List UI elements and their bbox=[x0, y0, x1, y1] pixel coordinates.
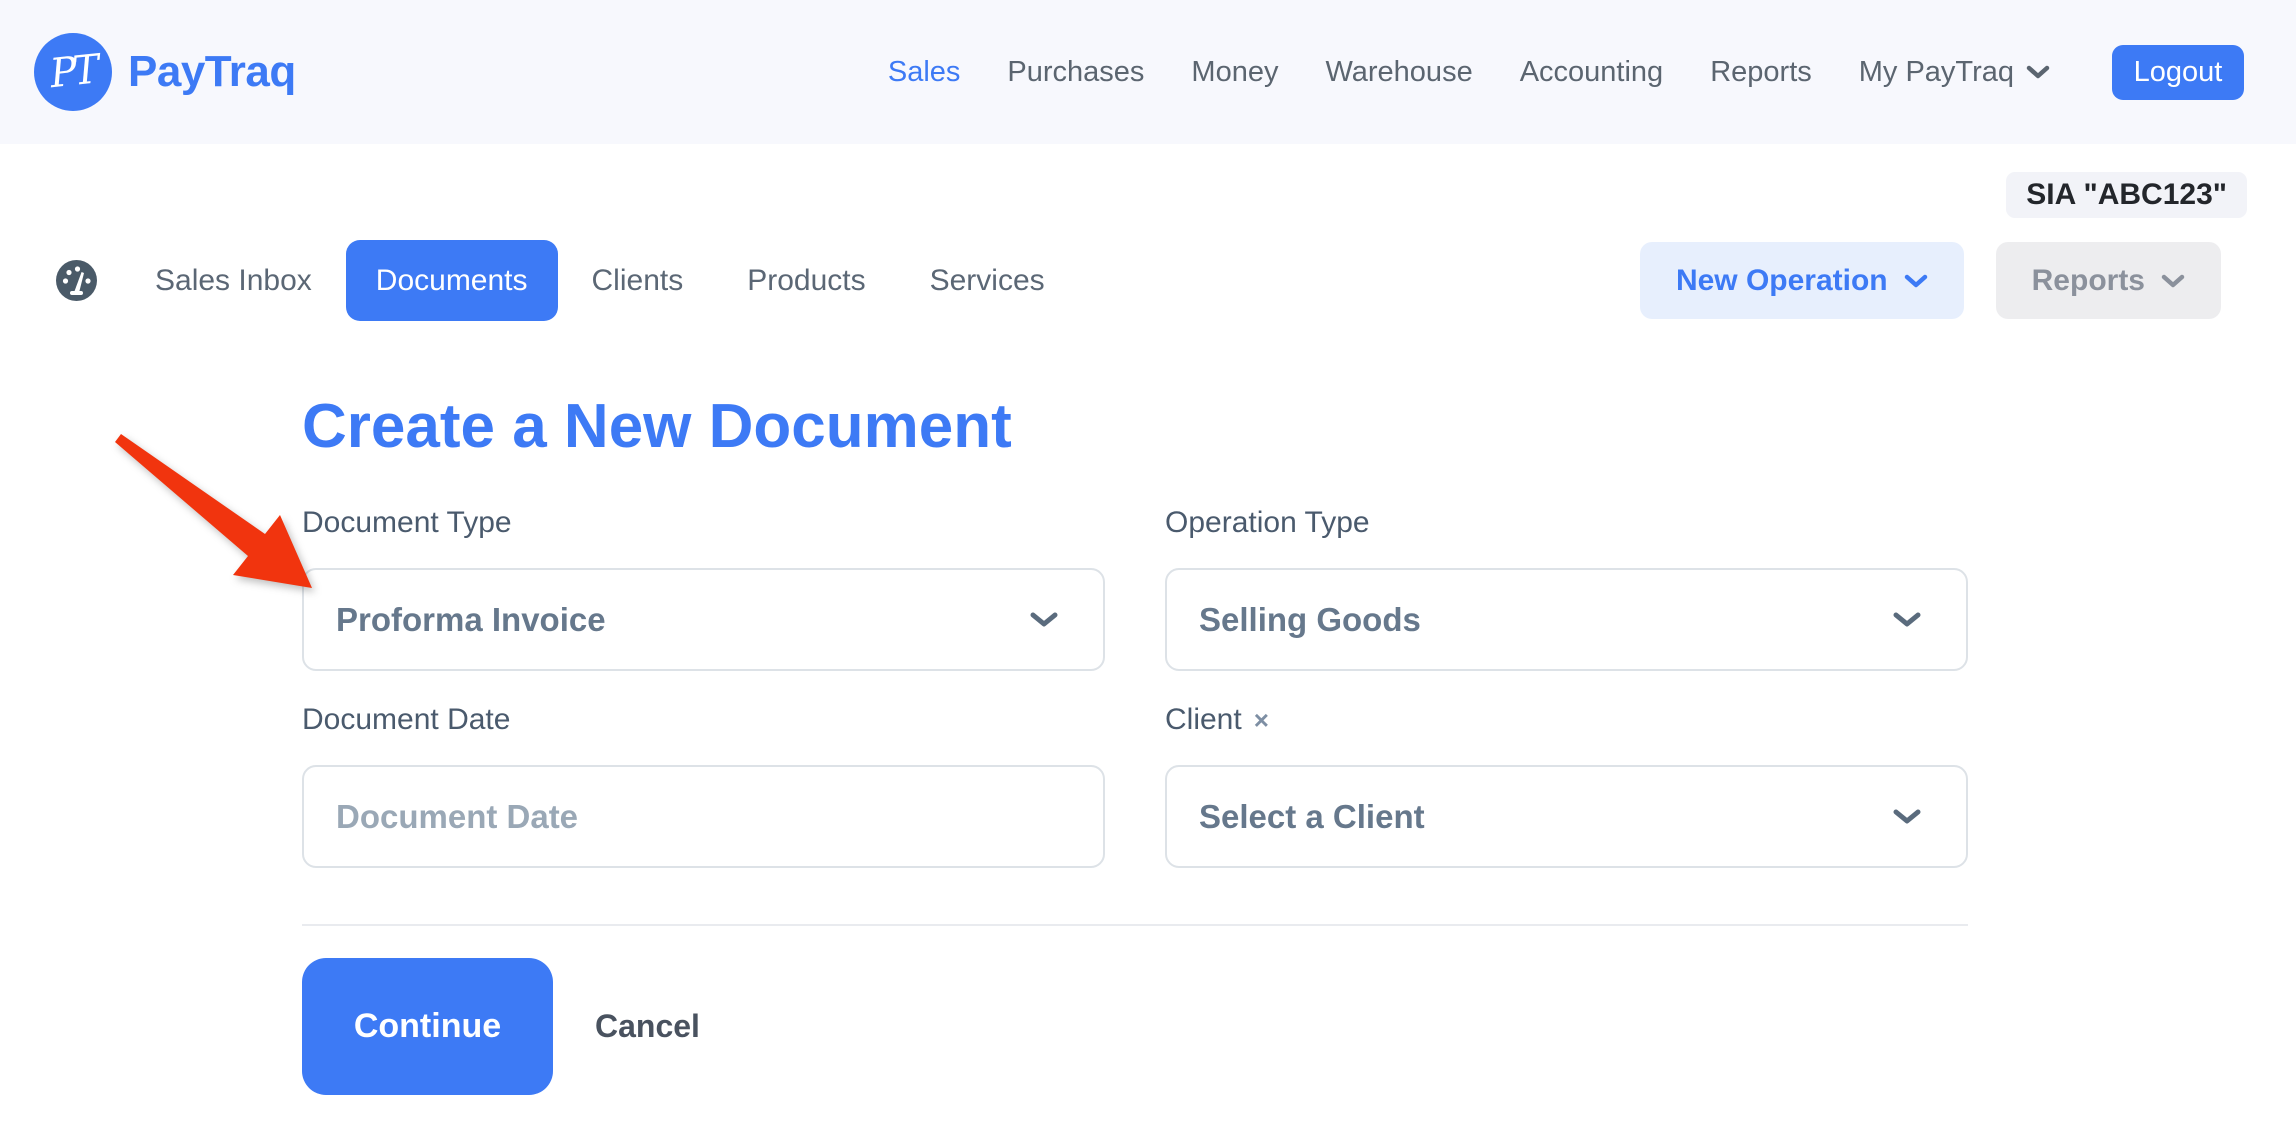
tab-sales-inbox[interactable]: Sales Inbox bbox=[155, 264, 312, 298]
nav-item-accounting[interactable]: Accounting bbox=[1520, 56, 1664, 89]
chevron-down-icon bbox=[1892, 808, 1922, 825]
red-arrow-annotation bbox=[100, 420, 330, 605]
company-badge: SIA "ABC123" bbox=[2006, 172, 2247, 218]
client-select[interactable]: Select a Client bbox=[1165, 765, 1968, 868]
tab-products[interactable]: Products bbox=[747, 264, 865, 298]
client-label-text: Client bbox=[1165, 701, 1242, 739]
main-nav: Sales Purchases Money Warehouse Accounti… bbox=[888, 56, 2050, 89]
chevron-down-icon bbox=[2026, 65, 2050, 79]
form-divider bbox=[302, 924, 1968, 926]
document-type-select[interactable]: Proforma Invoice bbox=[302, 568, 1105, 671]
nav-item-sales[interactable]: Sales bbox=[888, 56, 961, 89]
client-label: Client × bbox=[1165, 701, 1968, 739]
chevron-down-icon bbox=[1904, 274, 1928, 288]
operation-type-select[interactable]: Selling Goods bbox=[1165, 568, 1968, 671]
nav-item-reports[interactable]: Reports bbox=[1710, 56, 1812, 89]
logo-monogram: PT bbox=[48, 47, 98, 98]
tab-documents[interactable]: Documents bbox=[346, 240, 558, 321]
nav-item-my-paytraq-label: My PayTraq bbox=[1859, 56, 2014, 89]
company-badge-row: SIA "ABC123" bbox=[0, 172, 2296, 218]
field-document-type: Document Type Proforma Invoice bbox=[302, 504, 1105, 671]
form-grid: Document Type Proforma Invoice Operation… bbox=[302, 504, 1968, 868]
logout-button[interactable]: Logout bbox=[2112, 45, 2244, 100]
document-date-control bbox=[302, 765, 1105, 868]
document-date-label: Document Date bbox=[302, 701, 1105, 739]
subnav-tabs: Sales Inbox Documents Clients Products S… bbox=[155, 240, 1045, 321]
operation-type-value: Selling Goods bbox=[1199, 601, 1421, 639]
create-document-form: Create a New Document Document Type Prof… bbox=[302, 391, 1968, 1095]
clear-x-icon[interactable]: × bbox=[1254, 707, 1269, 733]
reports-dropdown-label: Reports bbox=[2032, 264, 2145, 298]
new-operation-button[interactable]: New Operation bbox=[1640, 242, 1964, 319]
document-date-input[interactable] bbox=[336, 798, 1059, 836]
speedometer-icon[interactable] bbox=[56, 260, 97, 301]
sales-subnav: Sales Inbox Documents Clients Products S… bbox=[0, 240, 2296, 321]
document-type-label: Document Type bbox=[302, 504, 1105, 542]
tab-clients[interactable]: Clients bbox=[592, 264, 684, 298]
client-value: Select a Client bbox=[1199, 798, 1425, 836]
paytraq-logo[interactable]: PT PayTraq bbox=[34, 33, 296, 111]
tab-services[interactable]: Services bbox=[930, 264, 1045, 298]
chevron-down-icon bbox=[1029, 611, 1059, 628]
continue-button[interactable]: Continue bbox=[302, 958, 553, 1095]
field-document-date: Document Date bbox=[302, 701, 1105, 868]
reports-dropdown-button[interactable]: Reports bbox=[1996, 242, 2221, 319]
cancel-button[interactable]: Cancel bbox=[595, 1008, 700, 1045]
top-navbar: PT PayTraq Sales Purchases Money Warehou… bbox=[0, 0, 2296, 144]
chevron-down-icon bbox=[1892, 611, 1922, 628]
new-operation-label: New Operation bbox=[1676, 264, 1888, 298]
brand-name: PayTraq bbox=[128, 47, 296, 97]
operation-type-label: Operation Type bbox=[1165, 504, 1968, 542]
document-type-value: Proforma Invoice bbox=[336, 601, 606, 639]
nav-item-purchases[interactable]: Purchases bbox=[1007, 56, 1144, 89]
field-operation-type: Operation Type Selling Goods bbox=[1165, 504, 1968, 671]
form-actions: Continue Cancel bbox=[302, 958, 1968, 1095]
field-client: Client × Select a Client bbox=[1165, 701, 1968, 868]
nav-item-money[interactable]: Money bbox=[1191, 56, 1278, 89]
chevron-down-icon bbox=[2161, 274, 2185, 288]
paytraq-app: PT PayTraq Sales Purchases Money Warehou… bbox=[0, 0, 2296, 1136]
page-title: Create a New Document bbox=[302, 391, 1968, 462]
nav-item-my-paytraq[interactable]: My PayTraq bbox=[1859, 56, 2050, 89]
paytraq-logo-icon: PT bbox=[34, 33, 112, 111]
nav-item-warehouse[interactable]: Warehouse bbox=[1325, 56, 1472, 89]
